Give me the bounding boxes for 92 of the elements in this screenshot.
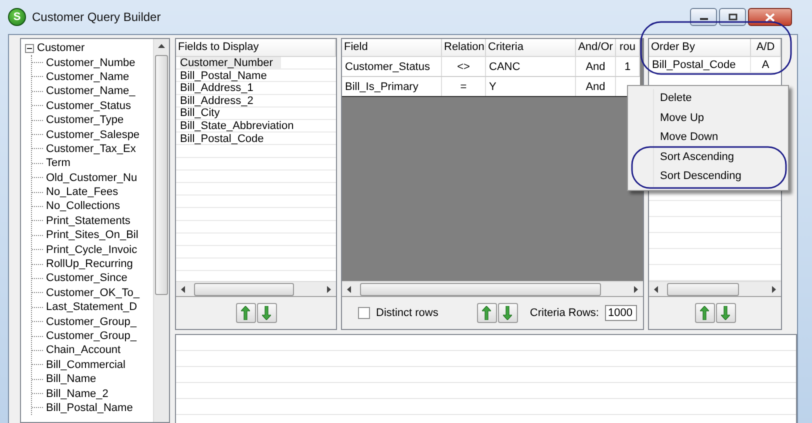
window-title: Customer Query Builder [32,10,162,24]
list-item[interactable]: Bill_Address_1 [180,82,262,94]
vertical-scrollbar[interactable] [153,39,169,422]
list-item[interactable]: Bill_Postal_Name [180,70,275,82]
table-cell: And [576,77,616,96]
up-arrow-icon [241,306,250,320]
restore-icon [728,13,738,21]
tree-item[interactable]: Customer_Type [46,114,124,126]
tree-item[interactable]: Print_Statements [46,214,130,227]
scroll-left-icon[interactable] [654,286,658,292]
list-item[interactable]: Bill_City [180,107,228,120]
move-down-button[interactable] [256,303,276,323]
table-cell: 1 [616,57,640,76]
tree-item[interactable]: Old_Customer_Nu [46,172,138,184]
column-header[interactable]: And/Or [576,39,616,56]
tree-item[interactable]: Customer_Status [46,100,131,112]
tree-item[interactable]: No_Late_Fees [46,186,118,198]
tree-item[interactable]: Customer_Since [46,272,128,284]
horizontal-scrollbar[interactable] [649,281,781,296]
scroll-right-icon[interactable] [772,286,776,292]
tree-item[interactable]: Bill_Postal_Name [46,402,133,414]
move-up-button[interactable] [476,303,497,323]
scroll-right-icon[interactable] [634,286,638,292]
field-label: Criteria Rows: [530,307,599,319]
move-up-button[interactable] [236,303,256,323]
tree-item[interactable]: Customer_Group_ [46,316,136,328]
menu-item[interactable]: Move Down [630,128,786,148]
table-cell: Bill_Is_Primary [342,77,442,96]
close-button[interactable] [748,8,792,26]
tree-item[interactable]: Customer_Numbe [46,56,136,69]
column-header[interactable]: Field [342,39,442,56]
table-cell: <> [442,57,486,76]
move-down-button[interactable] [716,303,736,323]
tree-item[interactable]: Customer [37,42,85,54]
tree-item[interactable]: Bill_Name [46,373,96,386]
tree-item[interactable]: Bill_Commercial [46,358,126,371]
down-arrow-icon [503,306,512,320]
tree-item[interactable]: No_Collections [46,200,120,212]
column-header[interactable]: Criteria [486,39,576,56]
table-cell: Y [486,77,576,96]
scroll-right-icon[interactable] [327,286,331,292]
tree-item[interactable]: Bill_Name_2 [46,388,108,400]
minimize-button[interactable] [690,8,717,26]
tree-item[interactable]: Print_Sites_On_Bil [46,229,138,242]
tree-item[interactable]: Customer_Name [46,70,130,83]
list-item[interactable]: Customer_Number [180,57,281,69]
list-item[interactable]: Bill_State_Abbreviation [180,120,302,132]
move-down-button[interactable] [498,303,518,323]
scroll-up-icon[interactable] [158,44,165,48]
column-header[interactable]: rou [616,39,640,56]
up-arrow-icon [482,306,492,320]
down-arrow-icon [262,306,271,320]
menu-item[interactable]: Sort Ascending [630,148,786,168]
table-cell: And [576,57,616,76]
table-cell: Bill_Postal_Code [649,57,751,73]
column-header[interactable]: A/D [751,39,781,56]
table-cell: A [751,57,781,73]
menu-item[interactable]: Sort Descending [630,167,786,187]
close-icon [765,12,775,22]
horizontal-scrollbar[interactable] [176,281,336,296]
table-cell: CANC [486,57,576,76]
tree-item[interactable]: Customer_Tax_Ex [46,142,136,155]
tree-item[interactable]: Print_Cycle_Invoic [46,244,138,256]
app-logo: S [8,8,26,26]
scroll-left-icon[interactable] [181,286,185,292]
tree-item[interactable]: Term [46,157,70,170]
table-cell: = [442,77,486,96]
maximize-button[interactable] [719,8,746,26]
checkbox-label: Distinct rows [376,307,438,319]
move-up-button[interactable] [694,303,714,323]
menu-item[interactable]: Move Up [630,108,786,128]
tree-item[interactable]: Customer_OK_To_ [46,286,140,299]
tree-item[interactable]: Last_Statement_D [46,301,138,314]
scroll-left-icon[interactable] [347,286,351,292]
column-header[interactable]: Order By [649,39,751,56]
list-item[interactable]: Bill_Address_2 [180,94,262,107]
menu-item[interactable]: Delete [630,89,786,109]
collapse-icon[interactable] [25,44,34,53]
checkbox[interactable] [358,307,370,319]
column-header[interactable]: Relation [442,39,486,56]
tree-item[interactable]: Customer_Salespe [46,128,140,141]
tree-item[interactable]: Chain_Account [46,344,121,356]
column-header[interactable]: Fields to Display [176,39,336,56]
tree-item[interactable]: Customer_Name_ [46,85,136,98]
table-cell: Customer_Status [342,57,442,76]
input-field[interactable]: 1000 [605,305,637,321]
tree-item[interactable]: RollUp_Recurring [46,258,133,270]
up-arrow-icon [700,306,709,320]
list-item[interactable]: Bill_Postal_Code [180,132,272,145]
horizontal-scrollbar[interactable] [342,281,643,296]
down-arrow-icon [721,306,730,320]
tree-item[interactable]: Customer_Group_ [46,330,136,342]
